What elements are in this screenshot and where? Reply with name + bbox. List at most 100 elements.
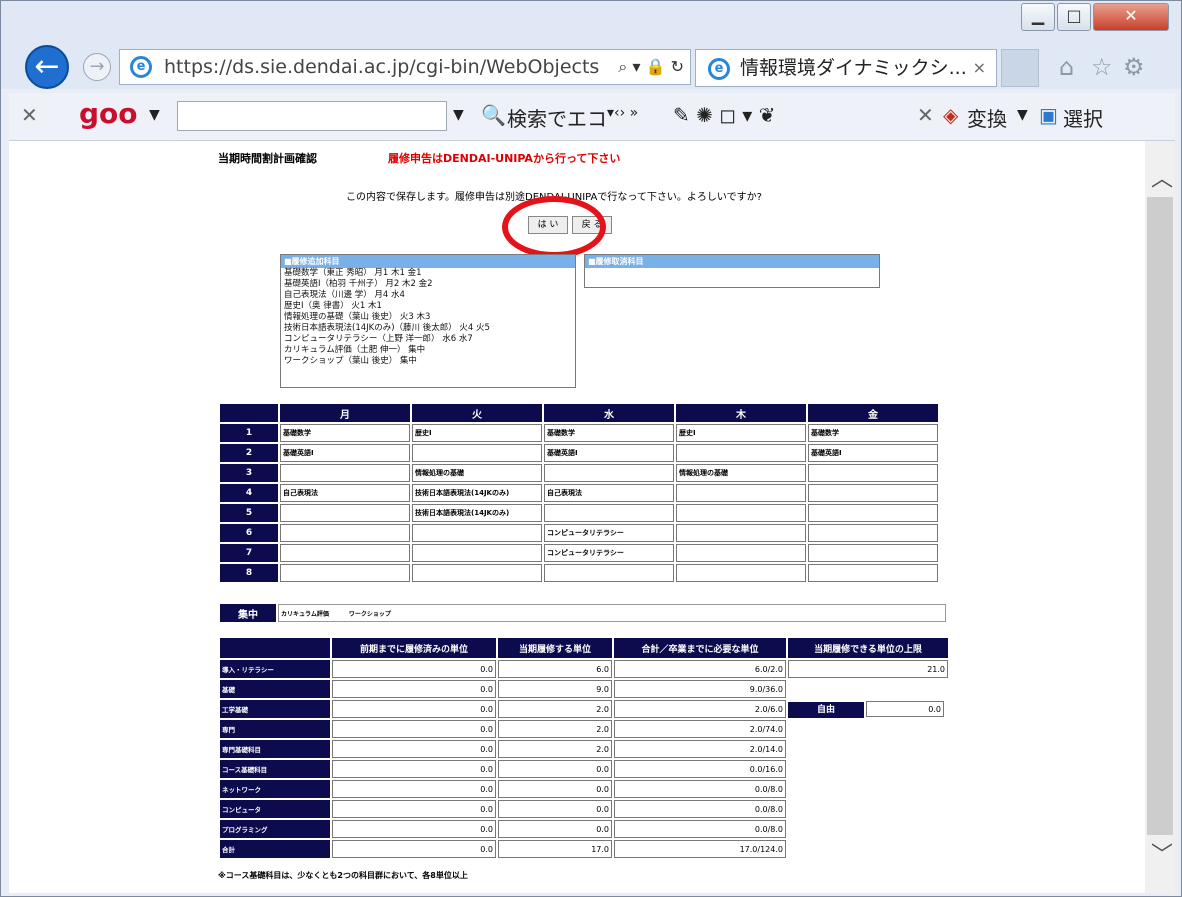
credits-row: 導入・リテラシー 0.0 6.0 6.0/2.0 21.0 bbox=[220, 660, 948, 678]
credits-prev: 0.0 bbox=[332, 760, 496, 778]
eco-search-button[interactable]: 検索でエコ bbox=[507, 103, 607, 132]
timetable-row: 4 自己表現法 技術日本語表現法(14JKのみ) 自己表現法 bbox=[220, 484, 938, 502]
added-courses-box: ■履修追加科目 基礎数学（東正 秀昭） 月1 木1 金1 基礎英語Ⅰ（柏羽 千州子… bbox=[280, 254, 576, 388]
minimize-button[interactable]: ▁ bbox=[1021, 3, 1055, 31]
timetable-cell bbox=[280, 504, 410, 522]
goo-dropdown-icon[interactable]: ▼ bbox=[149, 107, 160, 123]
day-header: 月 bbox=[280, 404, 410, 422]
back-button[interactable]: ← bbox=[25, 45, 69, 89]
convert-dropdown-icon[interactable]: ▼ bbox=[1017, 107, 1028, 123]
goo-search-input[interactable] bbox=[177, 101, 447, 131]
credits-curr: 6.0 bbox=[498, 660, 612, 678]
period-label: 4 bbox=[220, 484, 278, 502]
timetable-cell: コンピュータリテラシー bbox=[544, 524, 674, 542]
goo-logo[interactable]: goo bbox=[79, 97, 138, 130]
timetable-cell: 基礎数学 bbox=[280, 424, 410, 442]
period-label: 5 bbox=[220, 504, 278, 522]
forward-button[interactable]: → bbox=[83, 53, 111, 81]
tab-title: 情報環境ダイナミックシ... bbox=[740, 57, 967, 79]
credits-total: 9.0/36.0 bbox=[614, 680, 786, 698]
credits-label: 専門 bbox=[220, 720, 330, 738]
credits-curr: 0.0 bbox=[498, 820, 612, 838]
timetable-cell bbox=[676, 444, 806, 462]
favorites-star-icon[interactable]: ☆ bbox=[1091, 53, 1113, 81]
timetable-cell bbox=[544, 464, 674, 482]
credits-label: コンピュータ bbox=[220, 800, 330, 818]
day-header: 木 bbox=[676, 404, 806, 422]
credits-row: ネットワーク 0.0 0.0 0.0/8.0 bbox=[220, 780, 948, 798]
period-label: 7 bbox=[220, 544, 278, 562]
timetable-row: 7 コンピュータリテラシー bbox=[220, 544, 938, 562]
goo-toolbar: ✕ goo ▼ ▼ 🔍 検索でエコ ▾‹› » ✎ ✺ ◻ ▾ ❦ ✕ ◈ 変換… bbox=[9, 93, 1175, 141]
timetable-cell bbox=[808, 544, 938, 562]
timetable: 月 火 水 木 金 1 基礎数学 歴史Ⅰ 基礎数学 歴史Ⅰ 基礎数学 2 基礎英語Ⅰ 基礎英語Ⅰ… bbox=[218, 402, 940, 584]
scroll-down-icon[interactable]: ﹀ bbox=[1151, 837, 1173, 869]
tool-icons[interactable]: ✎ ✺ ◻ ▾ ❦ bbox=[673, 103, 775, 127]
dropped-courses-header: ■履修取消科目 bbox=[585, 255, 879, 268]
credits-total: 17.0/124.0 bbox=[614, 840, 786, 858]
timetable-row: 1 基礎数学 歴史Ⅰ 基礎数学 歴史Ⅰ 基礎数学 bbox=[220, 424, 938, 442]
credits-extra: 自由 0.0 bbox=[788, 700, 948, 718]
credits-prev: 0.0 bbox=[332, 700, 496, 718]
course-item: 基礎英語Ⅰ（柏羽 千州子） 月2 木2 金2 bbox=[284, 279, 433, 289]
upper-limit-value: 21.0 bbox=[788, 660, 948, 678]
course-item: 歴史Ⅰ（奥 律書） 火1 木1 bbox=[284, 301, 382, 311]
credits-row: 専門基礎科目 0.0 2.0 2.0/14.0 bbox=[220, 740, 948, 758]
search-dropdown-icon[interactable]: ▼ bbox=[453, 107, 464, 123]
address-search-lock-refresh-icons[interactable]: ⌕ ▾ 🔒 ↻ bbox=[618, 50, 684, 84]
ie-page-icon: e bbox=[130, 56, 152, 78]
back-arrow-icon: ← bbox=[34, 49, 60, 84]
close-window-button[interactable]: ✕ bbox=[1093, 3, 1169, 31]
dropped-courses-box: ■履修取消科目 bbox=[584, 254, 880, 288]
credits-label: プログラミング bbox=[220, 820, 330, 838]
credits-label: 工学基礎 bbox=[220, 700, 330, 718]
page-title: 当期時間割計画確認 bbox=[218, 152, 317, 165]
timetable-cell bbox=[808, 564, 938, 582]
maximize-button[interactable]: □ bbox=[1057, 3, 1091, 31]
timetable-cell bbox=[676, 544, 806, 562]
select-button[interactable]: 選択 bbox=[1063, 103, 1103, 132]
timetable-cell: 情報処理の基礎 bbox=[412, 464, 542, 482]
intensive-course: ワークショップ bbox=[348, 610, 391, 618]
tab-close-icon[interactable]: × bbox=[973, 50, 986, 86]
scrollbar-thumb[interactable] bbox=[1147, 197, 1173, 835]
timetable-cell: 歴史Ⅰ bbox=[676, 424, 806, 442]
settings-gear-icon[interactable]: ⚙ bbox=[1123, 53, 1145, 81]
address-url: https://ds.sie.dendai.ac.jp/cgi-bin/WebO… bbox=[164, 56, 600, 78]
timetable-cell: 技術日本語表現法(14JKのみ) bbox=[412, 484, 542, 502]
toolbar-close-icon[interactable]: ✕ bbox=[21, 103, 38, 127]
day-header: 火 bbox=[412, 404, 542, 422]
timetable-row: 5 技術日本語表現法(14JKのみ) bbox=[220, 504, 938, 522]
timetable-cell bbox=[280, 524, 410, 542]
free-label: 自由 bbox=[788, 701, 864, 718]
timetable-cell bbox=[808, 524, 938, 542]
eco-search-icon[interactable]: 🔍 bbox=[481, 103, 506, 127]
credits-curr: 2.0 bbox=[498, 700, 612, 718]
corner-cell bbox=[220, 404, 278, 422]
timetable-cell: 基礎英語Ⅰ bbox=[544, 444, 674, 462]
timetable-cell: 基礎英語Ⅰ bbox=[280, 444, 410, 462]
timetable-cell bbox=[808, 464, 938, 482]
new-tab-button[interactable] bbox=[1001, 49, 1039, 87]
credits-extra bbox=[788, 720, 948, 738]
more-icon[interactable]: ▾‹› » bbox=[607, 105, 638, 121]
credits-total: 0.0/8.0 bbox=[614, 800, 786, 818]
timetable-cell bbox=[808, 484, 938, 502]
home-icon[interactable]: ⌂ bbox=[1059, 53, 1074, 81]
credits-label: コース基礎科目 bbox=[220, 760, 330, 778]
credits-row: 専門 0.0 2.0 2.0/74.0 bbox=[220, 720, 948, 738]
course-item: カリキュラム評価（土肥 伸一） 集中 bbox=[284, 345, 426, 355]
toolbar2-close-icon[interactable]: ✕ bbox=[917, 103, 934, 127]
credits-total: 0.0/8.0 bbox=[614, 820, 786, 838]
credits-row: 工学基礎 0.0 2.0 2.0/6.0 自由 0.0 bbox=[220, 700, 948, 718]
intensive-courses: カリキュラム評価 ワークショップ bbox=[278, 604, 946, 622]
address-bar[interactable]: e https://ds.sie.dendai.ac.jp/cgi-bin/We… bbox=[119, 49, 691, 85]
credits-header: 前期までに履修済みの単位 bbox=[332, 638, 496, 658]
tab-current[interactable]: e 情報環境ダイナミックシ... × bbox=[695, 49, 997, 87]
timetable-cell bbox=[280, 544, 410, 562]
convert-button[interactable]: 変換 bbox=[967, 103, 1007, 132]
period-label: 3 bbox=[220, 464, 278, 482]
scroll-up-icon[interactable]: ︿ bbox=[1151, 161, 1173, 193]
credits-extra bbox=[788, 840, 948, 858]
credits-header: 当期履修する単位 bbox=[498, 638, 612, 658]
